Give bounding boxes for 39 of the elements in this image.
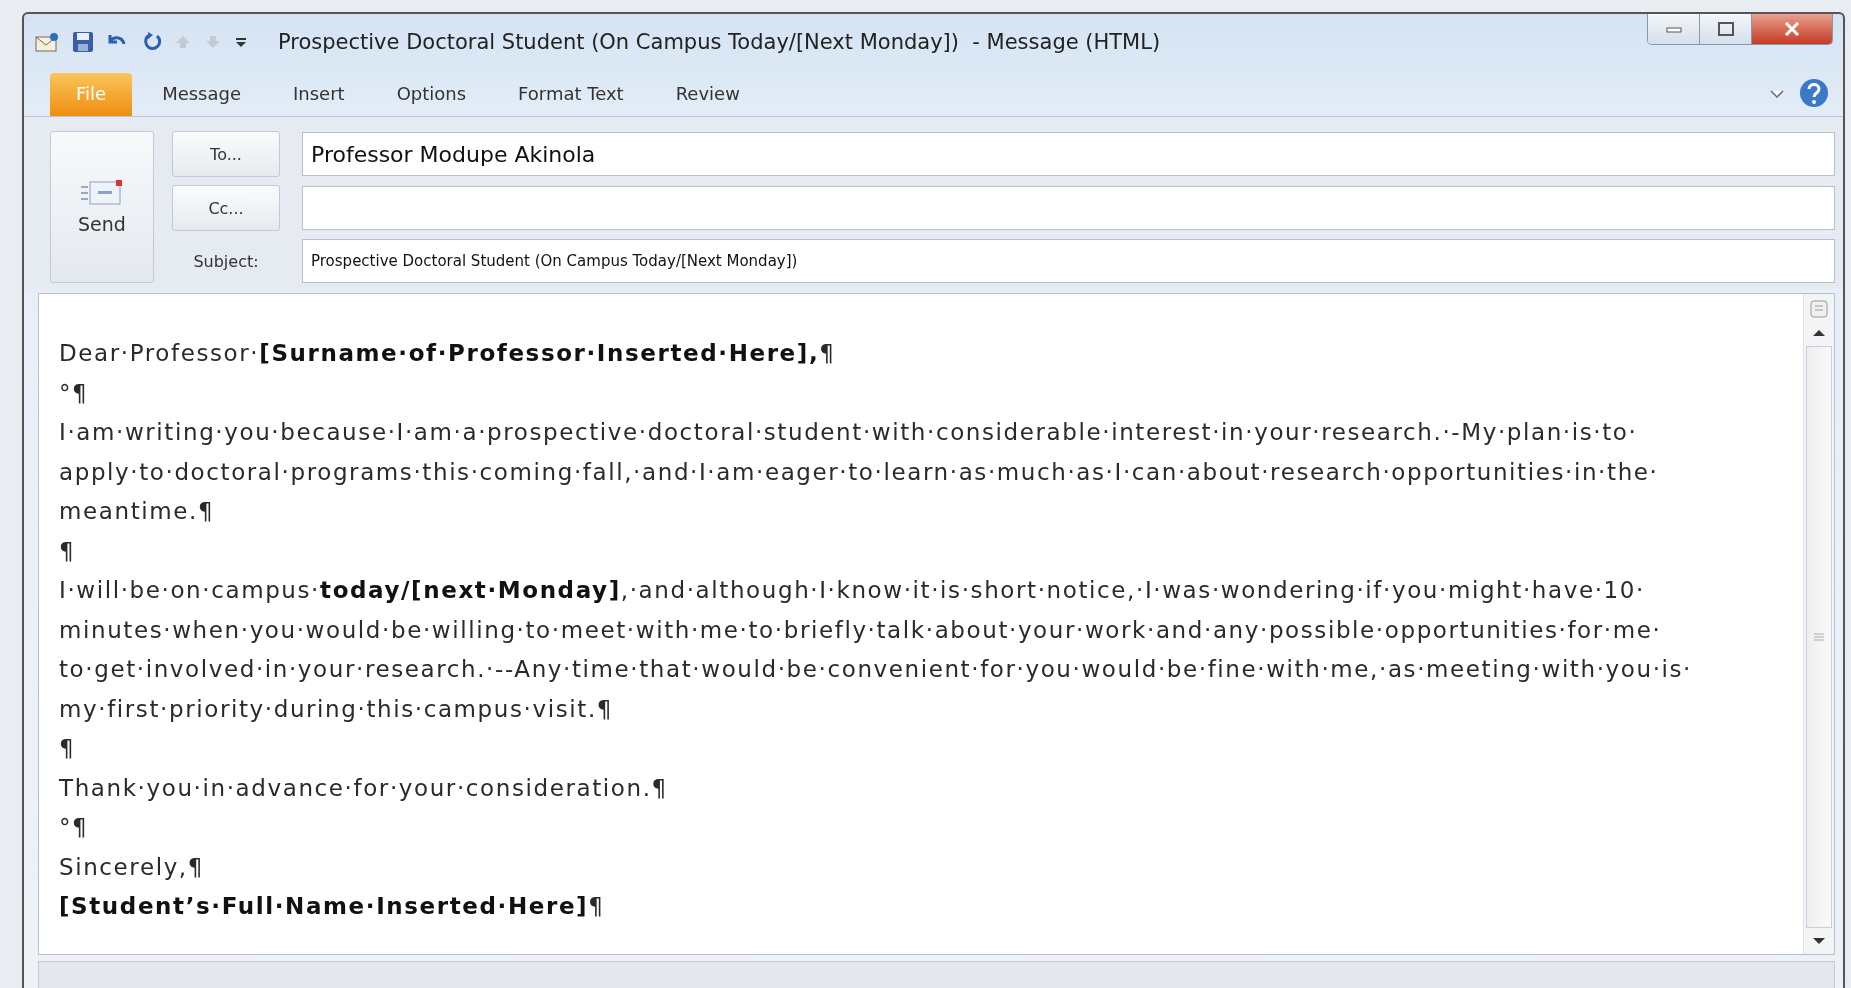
body-text-line: °¶ bbox=[59, 813, 90, 842]
body-text-line: [Student’s·Full·Name·Inserted·Here]¶ bbox=[59, 892, 606, 921]
ribbon-tab[interactable]: Format Text bbox=[496, 73, 646, 116]
scrollbar[interactable] bbox=[1803, 294, 1834, 954]
body-text-line: Thank·you·in·advance·for·your·consideration.¶ bbox=[59, 773, 669, 803]
body-text-line: minutes·when·you·would·be·willing·to·meet·with·me·to·briefly·talk·about·your·work·and·any·possible·opportunities·for·me· bbox=[59, 615, 1663, 645]
body-text-line: apply·to·doctoral·programs·this·coming·fall,·and·I·am·eager·to·learn·as·much·as·I·can·about·research·opportunities·in·the· bbox=[59, 457, 1660, 487]
help-icon[interactable] bbox=[1799, 78, 1829, 108]
body-text-line: Sincerely,¶ bbox=[59, 852, 205, 882]
maximize-icon bbox=[1717, 22, 1734, 36]
ribbon-tab[interactable]: Insert bbox=[271, 73, 367, 116]
body-text-line: Dear·Professor·[Surname·of·Professor·Inserted·Here],¶ bbox=[59, 339, 837, 368]
send-button[interactable]: Send bbox=[50, 131, 154, 283]
body-text-line: ¶ bbox=[59, 734, 77, 763]
body-text-line: my·first·priority·during·this·campus·visit.¶ bbox=[59, 694, 615, 724]
address-field[interactable]: Professor Modupe Akinola bbox=[302, 132, 1835, 176]
maximize-button[interactable] bbox=[1700, 14, 1752, 44]
subject-label: Subject: bbox=[192, 251, 260, 271]
close-icon bbox=[1783, 22, 1801, 36]
ribbon-tab[interactable]: Options bbox=[374, 73, 489, 116]
address-field[interactable] bbox=[302, 186, 1835, 230]
body-text-line: meantime.¶ bbox=[59, 497, 216, 526]
body-text-line: I·am·writing·you·because·I·am·a·prospective·doctoral·student·with·considerable·interest·in·your·research.·-My·plan·is·to· bbox=[59, 418, 1639, 447]
save-icon[interactable] bbox=[72, 31, 94, 53]
ribbon-tab[interactable]: Message bbox=[140, 73, 263, 116]
body-text-line: I·will·be·on·campus·today/[next·Monday],·and·although·I·know·it·is·short·notice,·I·was·wondering·if·you·might·have·10· bbox=[59, 576, 1646, 605]
address-button[interactable]: To... bbox=[172, 131, 280, 177]
collapse-ribbon-icon[interactable] bbox=[1769, 88, 1785, 100]
minimize-icon bbox=[1665, 25, 1682, 33]
address-button[interactable]: Cc... bbox=[172, 185, 280, 231]
window-title: Prospective Doctoral Student (On Campus Today/[Next Monday]) - Message (HTML) bbox=[278, 30, 1162, 54]
body-text-line: ¶ bbox=[59, 536, 77, 566]
ribbon-tab[interactable]: Review bbox=[653, 73, 762, 116]
envelope-icon[interactable] bbox=[34, 31, 60, 53]
body-text-line: °¶ bbox=[59, 378, 90, 408]
scroll-thumb-grip-icon[interactable] bbox=[1812, 632, 1826, 642]
body-text-line: to·get·involved·in·your·research.·--Any·time·that·would·be·convenient·for·you·would·be·fine·with·me,·as·meeting·with·you·is· bbox=[59, 655, 1694, 684]
subject-field[interactable]: Prospective Doctoral Student (On Campus Today/[Next Monday]) bbox=[302, 239, 1835, 283]
close-button[interactable] bbox=[1752, 14, 1832, 44]
